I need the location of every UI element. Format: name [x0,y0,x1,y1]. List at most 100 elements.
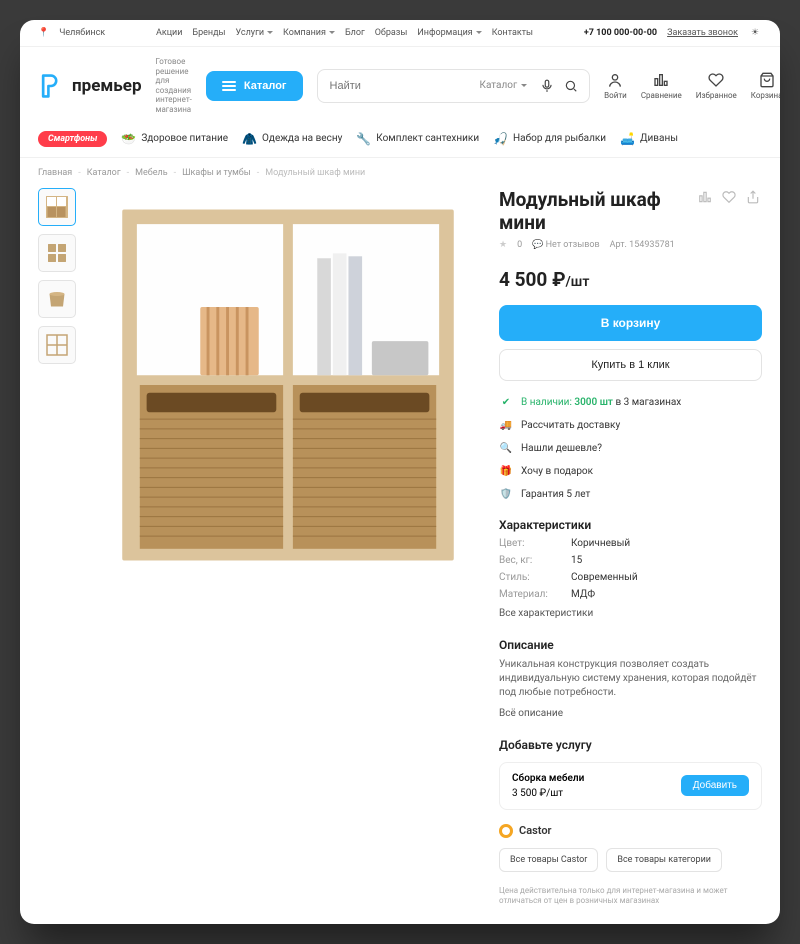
desc-heading: Описание [499,638,762,652]
thumbnail[interactable] [38,326,76,364]
menu-item-icon: 🧥 [242,132,257,146]
gift-row[interactable]: 🎁Хочу в подарок [499,466,762,477]
phone-number[interactable]: +7 100 000-00-00 [584,28,657,38]
menu-item-icon: 🥗 [121,132,136,146]
service-heading: Добавьте услугу [499,738,762,752]
one-click-buy-button[interactable]: Купить в 1 клик [499,349,762,381]
sku-value: 154935781 [629,240,675,250]
search-icon[interactable] [559,74,583,98]
spec-row: Цвет:Коричневый [499,538,762,549]
burger-icon [222,81,236,91]
product: Модульный шкаф мини ★ 0 💬 Нет отзывов Ар… [20,188,780,925]
header-action[interactable]: Корзина [751,71,780,100]
search-small-icon: 🔍 [499,443,513,454]
breadcrumb: Главная-Каталог-Мебель-Шкафы и тумбы-Мод… [20,158,780,188]
breadcrumb-item[interactable]: Шкафы и тумбы [182,168,251,178]
compare-icon[interactable] [696,188,714,206]
search-box: Каталог [317,69,591,103]
share-icon[interactable] [744,188,762,206]
topbar: 📍 Челябинск Акции Бренды Услуги Компания Бло… [20,20,780,47]
breadcrumb-item[interactable]: Каталог [87,168,121,178]
add-to-cart-button[interactable]: В корзину [499,305,762,341]
action-icon [758,71,776,89]
menu-item-icon: 🔧 [356,132,371,146]
breadcrumb-item[interactable]: Главная [38,168,72,178]
top-nav-item[interactable]: Контакты [492,28,533,38]
spec-row: Стиль:Современный [499,572,762,583]
menu-item[interactable]: 🔧Комплект сантехники [356,132,479,146]
gift-icon: 🎁 [499,466,513,477]
thumbnail[interactable] [38,234,76,272]
favorite-icon[interactable] [720,188,738,206]
brand-row[interactable]: Castor [499,824,762,838]
city-select[interactable]: Челябинск [59,28,105,38]
stock-row: ✔ В наличии: 3000 шт в 3 магазинах [499,397,762,408]
tagline: Готовое решение для создания интернет-ма… [156,57,192,115]
chip[interactable]: Все товары категории [606,848,722,872]
spec-row: Материал:МДФ [499,589,762,600]
thumbnail[interactable] [38,188,76,226]
logo-text: премьер [72,76,142,96]
menu-item[interactable]: 🛋️Диваны [620,132,678,146]
chip[interactable]: Все товары Castor [499,848,598,872]
cheaper-row[interactable]: 🔍Нашли дешевле? [499,443,762,454]
warranty-row: 🛡️Гарантия 5 лет [499,489,762,500]
microphone-icon[interactable] [535,74,559,98]
order-call-link[interactable]: Заказать звонок [667,28,738,38]
menu-item-icon: 🎣 [493,132,508,146]
top-nav-item[interactable]: Образы [375,28,408,38]
product-image[interactable] [90,188,485,583]
check-icon: ✔ [499,397,513,408]
logo[interactable]: премьер [38,73,142,99]
all-specs-link[interactable]: Все характеристики [499,608,593,619]
service-price: 3 500 ₽/шт [512,788,584,799]
product-title: Модульный шкаф мини [499,188,690,234]
menu-item[interactable]: 🧥Одежда на весну [242,132,342,146]
top-nav-item[interactable]: Компания [283,28,335,38]
location-icon: 📍 [38,28,49,38]
spec-row: Вес, кг:15 [499,555,762,566]
top-nav-item[interactable]: Бренды [192,28,225,38]
search-input[interactable] [330,70,472,102]
menu-item[interactable]: 🎣Набор для рыбалки [493,132,606,146]
menu-item[interactable]: 🥗Здоровое питание [121,132,228,146]
rating-value: 0 [517,240,522,250]
search-category-select[interactable]: Каталог [472,80,536,91]
product-meta: ★ 0 💬 Нет отзывов Арт. 154935781 [499,240,762,250]
top-nav-item[interactable]: Информация [417,28,481,38]
delivery-row[interactable]: 🚚Рассчитать доставку [499,420,762,431]
thumbnail-list [38,188,76,907]
header: премьер Готовое решение для создания инт… [20,47,780,125]
catalog-button[interactable]: Каталог [206,71,303,101]
thumbnail[interactable] [38,280,76,318]
reviews-link[interactable]: 💬 Нет отзывов [532,240,600,250]
header-action[interactable]: Избранное [696,71,737,100]
action-icon [652,71,670,89]
star-icon: ★ [499,240,507,250]
top-nav-item[interactable]: Блог [345,28,365,38]
add-service-button[interactable]: Добавить [681,775,749,796]
theme-toggle-icon[interactable]: ☀ [748,26,762,40]
brand-icon [499,824,513,838]
breadcrumb-item: Модульный шкаф мини [265,168,365,178]
service-title: Сборка мебели [512,773,584,784]
action-icon [707,71,725,89]
category-menu: Смартфоны 🥗Здоровое питание 🧥Одежда на ве… [20,125,780,158]
shield-icon: 🛡️ [499,489,513,500]
service-box: Сборка мебели 3 500 ₽/шт Добавить [499,762,762,810]
product-price: 4 500 ₽/шт [499,268,762,291]
breadcrumb-item[interactable]: Мебель [135,168,167,178]
disclaimer-text: Цена действительна только для интернет-м… [499,886,762,907]
action-icon [606,71,624,89]
specs-heading: Характеристики [499,518,762,532]
top-nav-item[interactable]: Услуги [236,28,274,38]
header-action[interactable]: Сравнение [641,71,682,100]
header-action[interactable]: Войти [604,71,627,100]
description-text: Уникальная конструкция позволяет создать… [499,658,762,700]
all-desc-link[interactable]: Всё описание [499,708,563,719]
chip-row: Все товары Castor Все товары категории [499,848,762,872]
top-nav-item[interactable]: Акции [156,28,182,38]
header-actions: Войти Сравнение Избранное Корзина [604,71,780,100]
page-frame: 📍 Челябинск Акции Бренды Услуги Компания Бло… [20,20,780,924]
promo-pill[interactable]: Смартфоны [38,131,107,147]
